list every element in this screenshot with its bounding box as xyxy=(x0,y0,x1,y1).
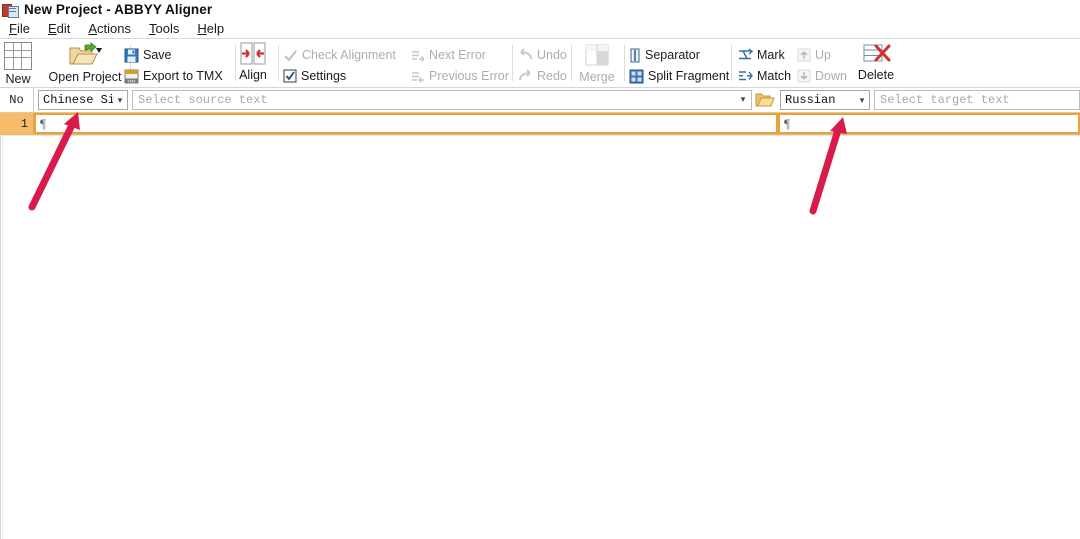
match-button[interactable]: Match xyxy=(738,66,791,86)
menu-item-file[interactable]: File xyxy=(0,19,39,38)
arrow-down-icon xyxy=(797,69,811,83)
target-language-select[interactable]: Russian ▾ xyxy=(780,90,870,110)
delete-button[interactable]: Delete xyxy=(847,42,905,82)
settings-button[interactable]: Settings xyxy=(283,66,346,86)
menu-item-tools[interactable]: Tools xyxy=(140,19,188,38)
row-number: 1 xyxy=(0,113,34,134)
alignment-grid: 1 ¶ ¶ xyxy=(0,112,1080,539)
column-header-no: No xyxy=(0,88,34,112)
source-language-select[interactable]: Chinese Sir ▾ xyxy=(38,90,128,110)
menu-item-help[interactable]: Help xyxy=(188,19,233,38)
open-folder-icon xyxy=(68,42,102,68)
grid-left-rail xyxy=(0,136,1,539)
move-down-button[interactable]: Down xyxy=(797,66,847,86)
redo-arrow-icon xyxy=(518,69,533,83)
export-to-tmx-button[interactable]: TMX Export to TMX xyxy=(124,66,223,86)
menu-item-actions[interactable]: Actions xyxy=(79,19,140,38)
split-fragment-icon xyxy=(629,69,644,84)
chevron-down-icon: ▾ xyxy=(117,94,123,105)
grid-table-icon xyxy=(4,42,32,70)
undo-arrow-icon xyxy=(518,48,533,62)
abbyy-aligner-window: New Project - ABBYY Aligner File Edit Ac… xyxy=(0,0,1080,539)
source-segment-cell[interactable]: ¶ xyxy=(34,113,778,134)
settings-checkbox-icon xyxy=(283,69,297,83)
menu-bar: File Edit Actions Tools Help xyxy=(0,19,1080,38)
redo-button[interactable]: Redo xyxy=(518,66,567,86)
arrow-up-icon xyxy=(797,48,811,62)
abbyy-aligner-app-icon xyxy=(2,3,19,18)
split-fragment-button[interactable]: Split Fragment xyxy=(629,66,729,86)
menu-item-edit[interactable]: Edit xyxy=(39,19,79,38)
merge-button[interactable]: Merge xyxy=(568,44,626,84)
source-search-dropdown-icon[interactable]: ▾ xyxy=(736,94,750,105)
align-button[interactable]: Align xyxy=(224,42,282,82)
undo-button[interactable]: Undo xyxy=(518,45,567,65)
move-up-button[interactable]: Up xyxy=(797,45,831,65)
window-title: New Project - ABBYY Aligner xyxy=(24,2,213,17)
previous-error-icon xyxy=(410,69,425,84)
check-alignment-icon xyxy=(283,48,298,63)
next-error-icon xyxy=(410,48,425,63)
source-search-placeholder: Select source text xyxy=(138,93,268,107)
target-text-search[interactable]: Select target text xyxy=(874,90,1080,110)
align-arrows-icon xyxy=(240,42,266,66)
title-bar: New Project - ABBYY Aligner xyxy=(0,0,1080,19)
target-search-placeholder: Select target text xyxy=(880,93,1010,107)
target-segment-cell[interactable]: ¶ xyxy=(778,113,1080,134)
pilcrow-mark: ¶ xyxy=(40,115,46,131)
table-row[interactable]: 1 ¶ ¶ xyxy=(0,112,1080,135)
open-folder-button[interactable] xyxy=(755,91,775,109)
previous-error-button[interactable]: Previous Error xyxy=(410,66,509,86)
floppy-disk-icon xyxy=(124,48,139,63)
save-button[interactable]: Save xyxy=(124,45,172,65)
open-project-button[interactable]: Open Project xyxy=(42,42,128,84)
export-tmx-icon: TMX xyxy=(124,69,139,84)
separator-button[interactable]: Separator xyxy=(629,45,700,65)
main-toolbar: New Open Project Save TMX Export to TMX … xyxy=(0,39,1080,87)
grid-left-rail-inner xyxy=(2,136,3,539)
grid-row-divider xyxy=(0,135,1080,136)
mark-button[interactable]: Mark xyxy=(738,45,785,65)
svg-text:TMX: TMX xyxy=(127,78,136,83)
filter-bar: No Chinese Sir ▾ Select source text ▾ Ru… xyxy=(0,88,1080,112)
source-text-search[interactable]: Select source text xyxy=(132,90,752,110)
chevron-down-icon: ▾ xyxy=(859,94,865,105)
mark-icon xyxy=(738,48,754,62)
match-icon xyxy=(738,69,753,83)
separator-icon xyxy=(629,48,641,63)
check-alignment-button[interactable]: Check Alignment xyxy=(283,45,396,65)
delete-red-x-icon xyxy=(863,42,891,66)
merge-cells-icon xyxy=(585,44,609,68)
next-error-button[interactable]: Next Error xyxy=(410,45,486,65)
pilcrow-mark: ¶ xyxy=(784,115,790,131)
